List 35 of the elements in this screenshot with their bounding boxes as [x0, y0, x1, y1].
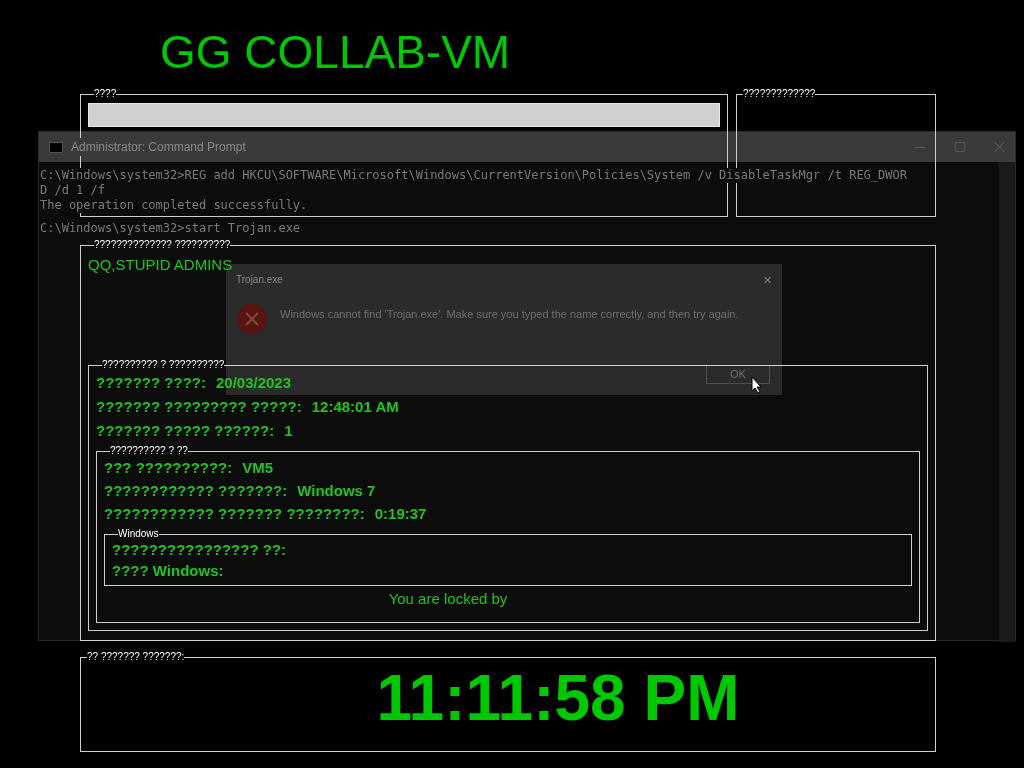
group-title: ?????????? ? ??????????	[102, 359, 225, 371]
cursor-icon	[751, 376, 763, 394]
field-value: Windows 7	[297, 481, 376, 502]
group-title: Windows	[118, 528, 159, 540]
field-label: ??????? ????????? ?????:	[96, 396, 302, 417]
close-button[interactable]: ✕	[763, 272, 772, 289]
app-title: GG COLLAB-VM	[160, 26, 512, 78]
field-label: ??????? ????:	[96, 372, 206, 393]
clock-time: 11:11:58 PM	[375, 663, 741, 733]
field-label: ???????????????? ??:	[112, 540, 287, 561]
maximize-icon[interactable]	[955, 142, 965, 152]
field-label: ???????????? ???????:	[104, 481, 288, 502]
field-label: ???????????? ??????? ????????:	[104, 504, 365, 525]
terminal-icon	[49, 141, 63, 153]
group-title: ?? ??????? ???????:	[87, 651, 185, 663]
group-title: ?????????????	[743, 88, 816, 100]
field-value: 12:48:01 AM	[311, 396, 399, 417]
field-label: ??? ??????????:	[104, 458, 233, 479]
locked-message: You are locked by	[387, 590, 509, 608]
dialog-message: Windows cannot find 'Trojan.exe'. Make sure you typed the name correctly, and then try again.	[280, 306, 740, 322]
field-value: 0:19:37	[374, 504, 427, 525]
window-title: Administrator: Command Prompt	[71, 138, 246, 156]
field-label: ???? Windows:	[112, 561, 224, 582]
group-title: ?????????? ? ??	[110, 445, 188, 457]
minimize-icon[interactable]	[915, 146, 925, 148]
error-icon	[236, 302, 268, 335]
group-title: ?????????????? ??????????	[94, 239, 231, 251]
dialog-title: Trojan.exe	[236, 273, 283, 287]
input-field[interactable]	[88, 103, 720, 127]
message-text: QQ,STUPID ADMINS	[88, 255, 234, 275]
group-title: ????	[94, 88, 117, 100]
field-value: VM5	[242, 458, 274, 479]
field-value: 20/03/2023	[215, 372, 292, 393]
field-label: ??????? ????? ??????:	[96, 420, 275, 441]
field-value: 1	[284, 420, 293, 441]
